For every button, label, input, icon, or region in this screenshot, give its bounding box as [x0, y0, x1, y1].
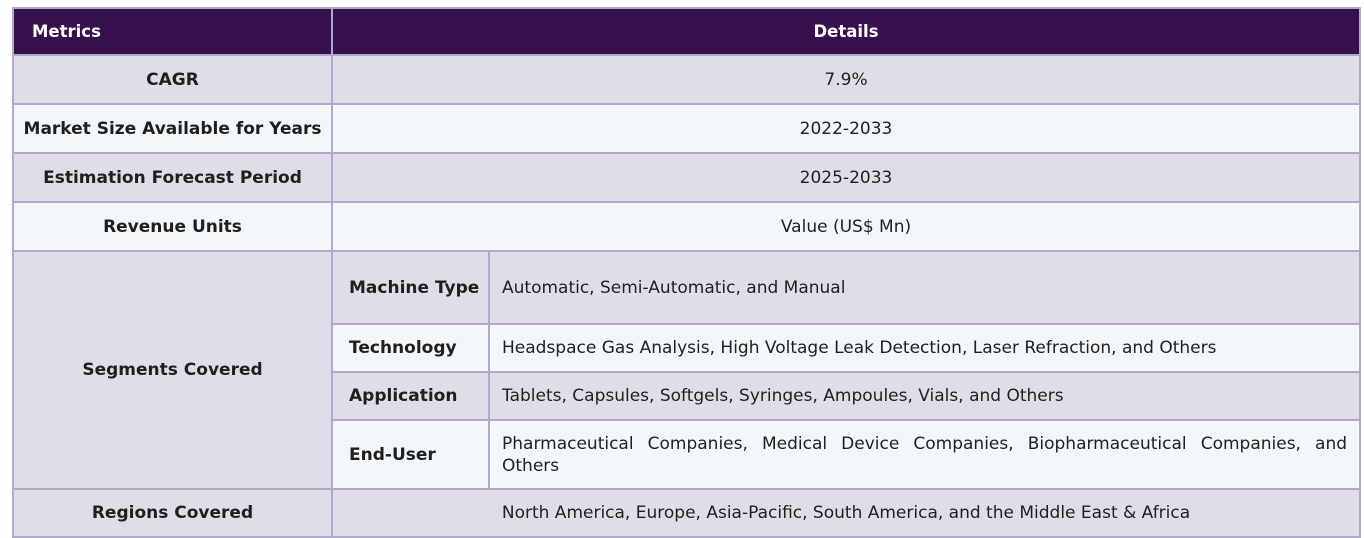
metric-label: Market Size Available for Years: [12, 103, 333, 154]
metric-value: 2022-2033: [330, 103, 1362, 154]
metric-label: CAGR: [12, 54, 333, 105]
market-report-table: Metrics Details CAGR 7.9% Market Size Av…: [12, 7, 1362, 538]
table-row: Regions Covered North America, Europe, A…: [12, 488, 1362, 538]
segment-name: Technology: [331, 323, 490, 373]
details-header: Details: [330, 7, 1362, 56]
segment-name: Application: [331, 371, 490, 421]
segment-value: Pharmaceutical Companies, Medical Device…: [487, 419, 1362, 490]
segment-value: Headspace Gas Analysis, High Voltage Lea…: [487, 323, 1362, 373]
metric-value: 7.9%: [330, 54, 1362, 105]
segment-name: End-User: [331, 419, 490, 490]
segments-label: Segments Covered: [12, 250, 333, 490]
metric-label: Estimation Forecast Period: [12, 152, 333, 203]
metric-value: 2025-2033: [330, 152, 1362, 203]
regions-label: Regions Covered: [12, 488, 333, 538]
table-row: Revenue Units Value (US$ Mn): [12, 201, 1362, 252]
metrics-header: Metrics: [12, 7, 333, 56]
metric-label: Revenue Units: [12, 201, 333, 252]
segment-value: Tablets, Capsules, Softgels, Syringes, A…: [487, 371, 1362, 421]
table-header-row: Metrics Details: [12, 7, 1362, 56]
table-row: Segments Covered Machine Type Automatic,…: [12, 250, 1362, 490]
table-row: CAGR 7.9%: [12, 54, 1362, 105]
metric-value: Value (US$ Mn): [330, 201, 1362, 252]
regions-value: North America, Europe, Asia-Pacific, Sou…: [330, 488, 1362, 538]
segment-name: Machine Type: [331, 250, 490, 325]
segment-value: Automatic, Semi-Automatic, and Manual: [487, 250, 1362, 325]
table-row: Estimation Forecast Period 2025-2033: [12, 152, 1362, 203]
table-row: Market Size Available for Years 2022-203…: [12, 103, 1362, 154]
